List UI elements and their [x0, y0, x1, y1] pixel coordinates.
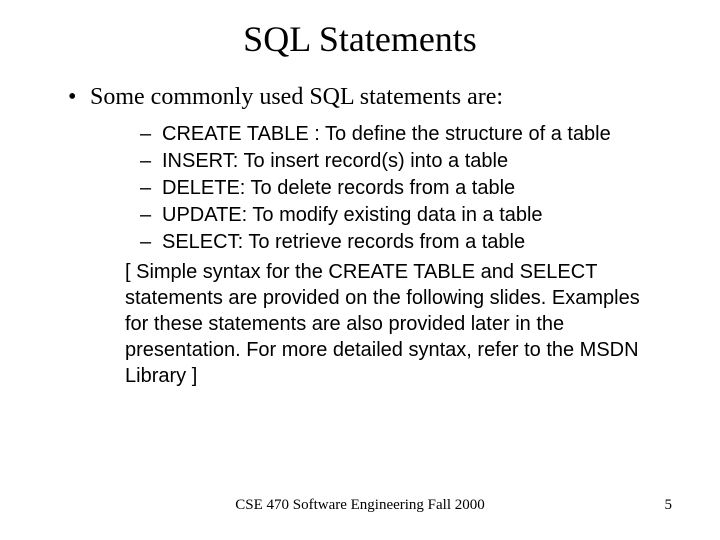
note-text: [ Simple syntax for the CREATE TABLE and…: [125, 259, 640, 389]
list-item: DELETE: To delete records from a table: [140, 175, 670, 201]
intro-bullet: Some commonly used SQL statements are:: [50, 84, 670, 111]
slide: SQL Statements Some commonly used SQL st…: [0, 0, 720, 540]
list-item: SELECT: To retrieve records from a table: [140, 229, 670, 255]
footer: CSE 470 Software Engineering Fall 2000 5: [0, 497, 720, 514]
list-item: UPDATE: To modify existing data in a tab…: [140, 202, 670, 228]
statement-list: CREATE TABLE : To define the structure o…: [50, 121, 670, 255]
slide-title: SQL Statements: [50, 18, 670, 60]
list-item: CREATE TABLE : To define the structure o…: [140, 121, 670, 147]
footer-course: CSE 470 Software Engineering Fall 2000: [0, 497, 720, 514]
footer-page-number: 5: [665, 497, 673, 514]
list-item: INSERT: To insert record(s) into a table: [140, 148, 670, 174]
